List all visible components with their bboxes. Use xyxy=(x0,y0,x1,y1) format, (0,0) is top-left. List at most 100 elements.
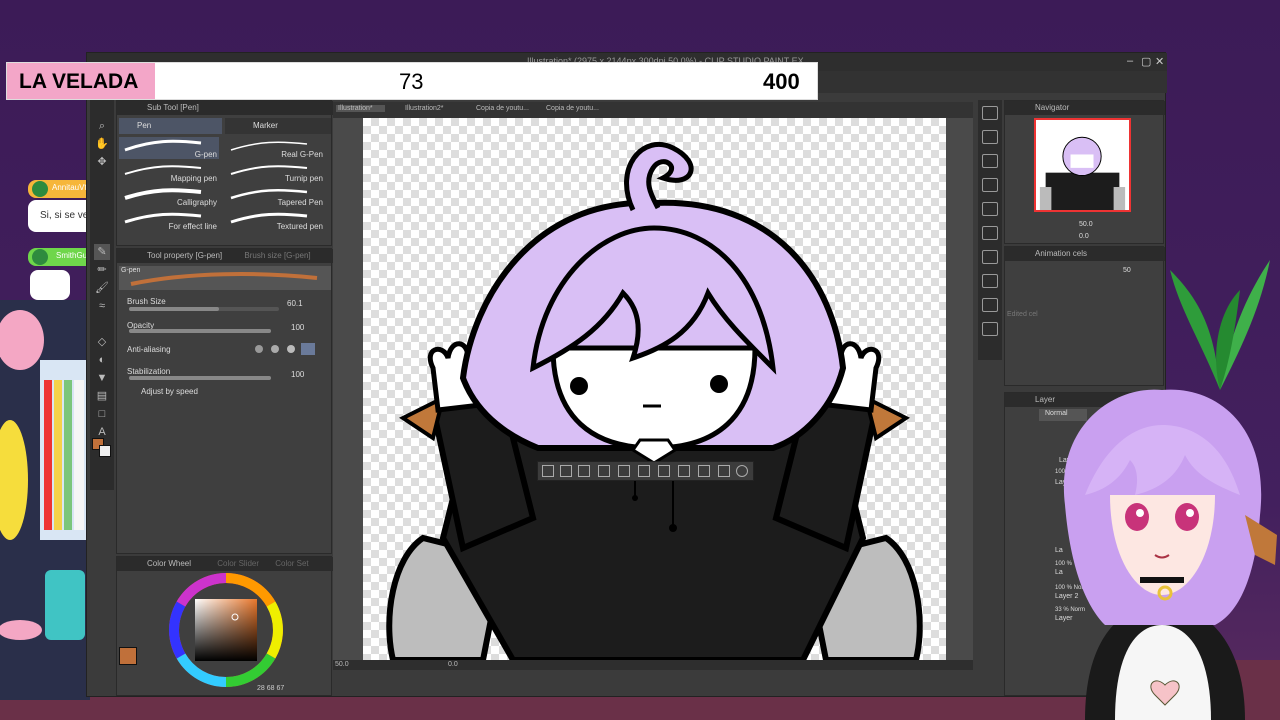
zoom-tool-icon[interactable]: ⌕ xyxy=(94,118,110,134)
brush-label: Textured pen xyxy=(276,222,323,231)
invert-icon[interactable] xyxy=(578,465,590,477)
brush-size-value[interactable]: 60.1 xyxy=(287,299,303,308)
doc-tab-copia-1[interactable]: Copia de youtu... xyxy=(476,105,529,112)
navigator-zoom[interactable]: 50.0 xyxy=(1079,221,1093,228)
brush-tool-icon[interactable]: 🖌 xyxy=(94,280,110,296)
snap-icon[interactable] xyxy=(982,322,998,336)
selection-icon[interactable] xyxy=(542,465,554,477)
minimize-icon[interactable]: – xyxy=(1127,55,1133,67)
pen-tool-icon[interactable]: ✎ xyxy=(94,244,110,260)
fill-layer-icon[interactable] xyxy=(982,226,998,240)
pencil-tool-icon[interactable]: ✏ xyxy=(94,262,110,278)
ruler-icon[interactable] xyxy=(982,298,998,312)
clear-icon[interactable] xyxy=(982,202,998,216)
plant-decor xyxy=(1170,260,1270,390)
angle-value[interactable]: 0.0 xyxy=(448,661,458,668)
paste-icon[interactable] xyxy=(698,465,710,477)
brush-label: Real G-Pen xyxy=(281,150,323,159)
cut-icon[interactable] xyxy=(658,465,670,477)
tab-pen[interactable]: Pen xyxy=(119,118,222,134)
doc-tab-illustration2[interactable]: Illustration2* xyxy=(405,105,444,112)
brush-item-effect-line[interactable]: For effect line xyxy=(119,209,219,231)
brush-label: For effect line xyxy=(168,222,217,231)
brush-size-label: Brush Size xyxy=(127,297,166,306)
character-artwork[interactable] xyxy=(363,118,946,660)
canvas-status-bar: 50.0 0.0 xyxy=(333,660,973,670)
brush-item-textured-pen[interactable]: Textured pen xyxy=(225,209,325,231)
tool-property-title: Tool property [G-pen] Brush size [G-pen] xyxy=(117,249,333,263)
brush-label: Tapered Pen xyxy=(277,198,323,207)
color-wheel[interactable] xyxy=(167,571,285,689)
edited-cel-label: Edited cel xyxy=(1007,311,1038,318)
gradient-tool-icon[interactable]: ▤ xyxy=(94,388,110,404)
close-doc-icon[interactable] xyxy=(982,106,998,120)
tool-property-label: Tool property [G-pen] xyxy=(147,251,223,260)
antialiasing-options[interactable] xyxy=(253,343,323,355)
fill-icon[interactable] xyxy=(736,465,748,477)
chat-message xyxy=(30,270,70,300)
stabilization-value[interactable]: 100 xyxy=(291,370,304,379)
brush-item-tapered-pen[interactable]: Tapered Pen xyxy=(225,185,325,207)
animation-value[interactable]: 50 xyxy=(1123,267,1131,274)
tab-marker[interactable]: Marker xyxy=(225,118,331,134)
redo-icon[interactable] xyxy=(982,178,998,192)
undo-icon[interactable] xyxy=(982,154,998,168)
tool-strip: ⌕ ✋ ✥ ✎ ✏ 🖌 ≈ ◇ ◐ ▼ ▤ □ A xyxy=(90,100,114,490)
color-main-swatch[interactable] xyxy=(119,647,137,665)
fill-tool-icon[interactable]: ▼ xyxy=(94,370,110,386)
expand-icon[interactable] xyxy=(618,465,630,477)
tab-brush-size[interactable]: Brush size [G-pen] xyxy=(244,251,310,260)
brush-size-slider[interactable] xyxy=(129,307,279,311)
blend-tool-icon[interactable]: ◐ xyxy=(94,352,110,368)
brush-item-calligraphy[interactable]: Calligraphy xyxy=(119,185,219,207)
figure-tool-icon[interactable]: □ xyxy=(94,406,110,422)
settings-icon[interactable] xyxy=(982,250,998,264)
document-tabs: Illustration* Illustration2* Copia de yo… xyxy=(333,102,973,118)
room-decor xyxy=(0,300,90,700)
animation-title: Animation cels xyxy=(1005,247,1165,261)
transform-icon[interactable] xyxy=(598,465,610,477)
chat-avatar-icon xyxy=(32,181,48,197)
tab-color-set[interactable]: Color Set xyxy=(275,559,308,568)
brush-item-mapping-pen[interactable]: Mapping pen xyxy=(119,161,219,183)
navigator-preview[interactable] xyxy=(1034,118,1131,212)
hand-tool-icon[interactable]: ✋ xyxy=(94,136,110,152)
move-tool-icon[interactable]: ✥ xyxy=(94,154,110,170)
color-wheel-label: Color Wheel xyxy=(147,559,192,568)
brush-label: Turnip pen xyxy=(285,174,323,183)
layer-icon[interactable] xyxy=(982,274,998,288)
opacity-value[interactable]: 100 xyxy=(291,323,304,332)
antialiasing-label: Anti-aliasing xyxy=(127,345,171,354)
tab-color-slider[interactable]: Color Slider xyxy=(217,559,259,568)
doc-tab-copia-2[interactable]: Copia de youtu... xyxy=(546,105,599,112)
subtool-panel: Sub Tool [Pen] Pen Marker G-pen Mapping … xyxy=(116,100,333,246)
brush-item-g-pen[interactable]: G-pen xyxy=(119,137,219,159)
shrink-icon[interactable] xyxy=(638,465,650,477)
navigator-angle[interactable]: 0.0 xyxy=(1079,233,1089,240)
brush-item-real-g-pen[interactable]: Real G-Pen xyxy=(225,137,325,159)
animation-panel: Animation cels 50 Edited cel xyxy=(1004,246,1165,386)
stabilization-slider[interactable] xyxy=(129,376,271,380)
close-icon[interactable]: ✕ xyxy=(1155,55,1164,68)
doc-tab-illustration[interactable]: Illustration* xyxy=(336,105,385,112)
eraser-tool-icon[interactable]: ◇ xyxy=(94,334,110,350)
copy-icon[interactable] xyxy=(678,465,690,477)
banner-value-right: 400 xyxy=(763,69,800,94)
maximize-icon[interactable]: ▢ xyxy=(1141,55,1151,68)
command-bar xyxy=(978,100,1002,360)
brush-item-turnip-pen[interactable]: Turnip pen xyxy=(225,161,325,183)
deselect-icon[interactable] xyxy=(560,465,572,477)
tool-property-panel: Tool property [G-pen] Brush size [G-pen]… xyxy=(116,248,333,554)
stabilization-label: Stabilization xyxy=(127,367,171,376)
save-icon[interactable] xyxy=(982,130,998,144)
adjust-speed-label[interactable]: Adjust by speed xyxy=(141,387,198,396)
vtuber-avatar xyxy=(1063,389,1277,720)
selection-launcher xyxy=(537,461,754,481)
color-readout: 28 68 67 xyxy=(257,685,285,692)
opacity-slider[interactable] xyxy=(129,329,271,333)
airbrush-tool-icon[interactable]: ≈ xyxy=(94,298,110,314)
brush-label: G-pen xyxy=(194,150,217,159)
crop-icon[interactable] xyxy=(718,465,730,477)
zoom-value[interactable]: 50.0 xyxy=(335,661,349,668)
sub-color-swatch[interactable] xyxy=(99,445,111,457)
